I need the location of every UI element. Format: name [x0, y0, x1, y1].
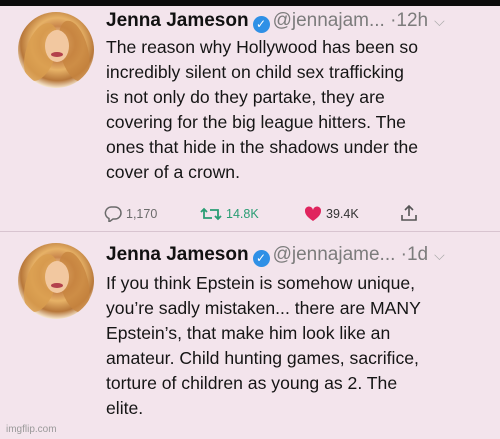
tweet-divider	[0, 231, 500, 232]
tweet-time[interactable]: ·1d	[401, 244, 428, 265]
tweet-text-line: covering for the big league hitters. The	[106, 112, 406, 132]
author-name[interactable]: Jenna Jameson	[106, 10, 249, 31]
reply-count: 1,170	[126, 207, 158, 221]
tweet-header: Jenna Jameson ✓ @jennajam... ·12h ⌵	[106, 10, 445, 33]
tweet-text-line: cover of a crown.	[106, 162, 240, 182]
chevron-down-icon[interactable]: ⌵	[434, 247, 445, 263]
tweet-actions: 1,170 14.8K 39.4K	[104, 204, 494, 226]
verified-badge-icon: ✓	[252, 250, 270, 267]
author-name[interactable]: Jenna Jameson	[106, 244, 249, 265]
retweet-count: 14.8K	[226, 207, 259, 221]
chevron-down-icon[interactable]: ⌵	[434, 13, 445, 29]
tweet-text-line: you’re sadly mistaken... there are MANY	[106, 298, 421, 318]
avatar[interactable]	[18, 243, 94, 319]
tweet-text-line: If you think Epstein is somehow unique,	[106, 273, 416, 293]
like-count: 39.4K	[326, 207, 359, 221]
tweet-text-line: is not only do they partake, they are	[106, 87, 385, 107]
tweet-text-line: incredibly silent on child sex trafficki…	[106, 62, 404, 82]
retweet-button[interactable]: 14.8K	[200, 206, 259, 222]
watermark: imgflip.com	[6, 424, 57, 435]
tweet-card[interactable]: Jenna Jameson ✓ @jennajam... ·12h ⌵ The rea…	[0, 6, 500, 232]
avatar[interactable]	[18, 12, 94, 88]
tweet-text-line: amateur. Child hunting games, sacrifice,	[106, 348, 419, 368]
tweet-text-line: The reason why Hollywood has been so	[106, 37, 418, 57]
tweet-time[interactable]: ·12h	[390, 10, 428, 31]
tweet-text-line: ones that hide in the shadows under the	[106, 137, 419, 157]
reply-button[interactable]: 1,170	[104, 206, 157, 222]
tweet-text: If you think Epstein is somehow unique, …	[106, 271, 496, 421]
heart-icon	[304, 206, 322, 221]
tweet-text-line: elite.	[106, 398, 144, 418]
share-button[interactable]	[400, 204, 422, 222]
share-up-arrow-icon	[401, 204, 417, 221]
like-button[interactable]: 39.4K	[304, 206, 359, 222]
tweet-text-line: Epstein’s, that make him look like an	[106, 323, 391, 343]
tweet-header: Jenna Jameson ✓ @jennajame... ·1d ⌵	[106, 244, 445, 267]
verified-badge-icon: ✓	[252, 16, 270, 33]
retweet-arrows-icon	[200, 207, 222, 221]
tweet-card[interactable]: Jenna Jameson ✓ @jennajame... ·1d ⌵ If you …	[0, 233, 500, 439]
author-handle[interactable]: @jennajame...	[273, 244, 396, 265]
tweet-text-line: torture of children as young as 2. The	[106, 373, 398, 393]
speech-bubble-icon	[104, 206, 122, 222]
tweet-text: The reason why Hollywood has been so inc…	[106, 35, 496, 185]
author-handle[interactable]: @jennajam...	[273, 10, 385, 31]
